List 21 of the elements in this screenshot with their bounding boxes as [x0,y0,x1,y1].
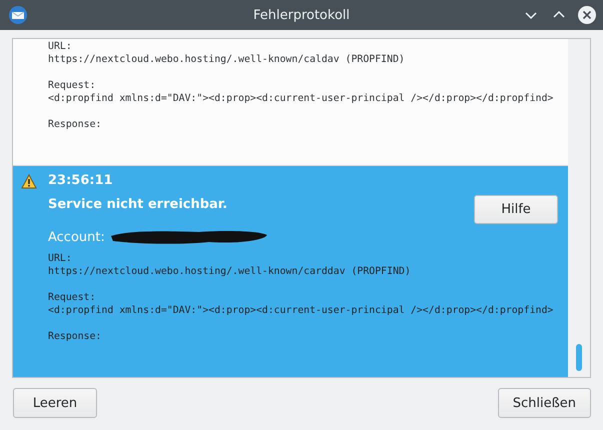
close-dialog-button[interactable]: Schließen [498,388,591,418]
log-label: Request: [48,79,97,92]
clear-button[interactable]: Leeren [13,388,97,418]
envelope-icon [8,5,28,25]
log-text: <d:propfind xmlns:d="DAV:"><d:prop><d:current-user-principal /></d:prop></d:propfind> [48,92,554,105]
log-label: Response: [48,330,103,343]
log-label: URL: [48,40,73,53]
close-button[interactable] [577,5,597,25]
log-text: https://nextcloud.webo.hosting/.well-known/carddav (PROPFIND) [48,265,412,278]
log-text: <d:propfind xmlns:d="DAV:"><d:prop><d:current-user-principal /></d:prop></d:propfind> [48,304,554,317]
log-label: URL: [48,252,73,265]
log-label: Response: [48,118,103,131]
error-message: Service nicht erreichbar. [48,196,228,214]
log-label: Request: [48,291,97,304]
scrollbar[interactable] [568,39,590,377]
log-text: https://nextcloud.webo.hosting/.well-known/caldav (PROPFIND) [48,53,406,66]
help-button[interactable]: Hilfe [474,195,558,224]
account-label: Account: [48,230,105,244]
log-entry[interactable] [13,166,568,377]
window-title: Fehlerprotokoll [253,8,350,22]
log-time: 23:56:11 [48,172,113,190]
